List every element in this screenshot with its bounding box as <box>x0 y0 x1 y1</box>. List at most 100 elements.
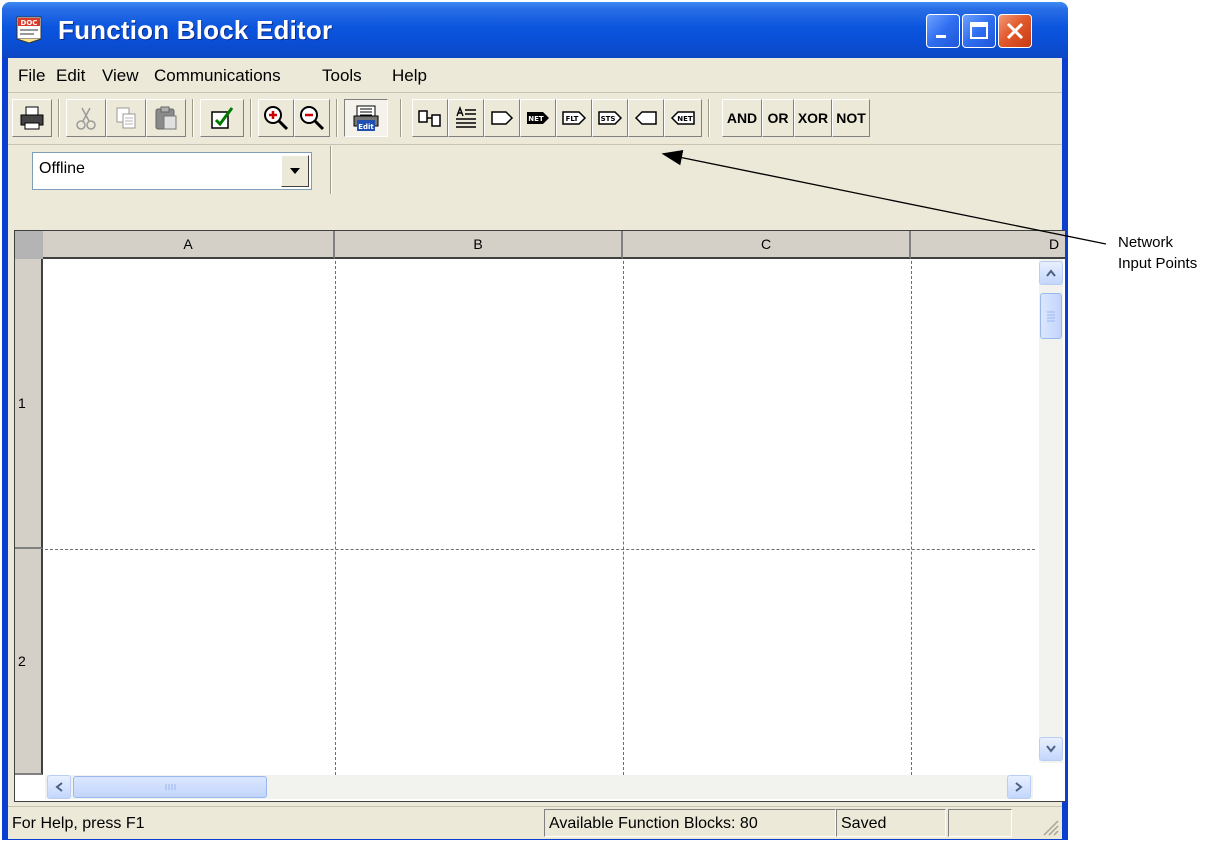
status-input-icon-text: STS <box>601 115 616 123</box>
chevron-right-icon <box>1015 782 1023 792</box>
status-panel-state: Saved <box>836 809 946 837</box>
grid-line <box>911 261 912 775</box>
annotation-line-2: Input Points <box>1118 255 1198 272</box>
menu-help[interactable]: Help <box>392 66 427 86</box>
menu-tools[interactable]: Tools <box>322 66 362 86</box>
grid-corner <box>15 231 43 259</box>
float-input-icon-text: FLT <box>566 115 579 123</box>
toolbar: Edit NET FLT STS NET AND OR XOR NOT <box>8 94 1062 145</box>
mode-select-value: Offline <box>39 160 85 177</box>
text-block-button[interactable] <box>448 99 484 137</box>
toolbar-separator <box>400 99 402 137</box>
status-input-icon: STS <box>598 111 623 125</box>
function-block-grid[interactable]: A B C D 1 2 <box>14 230 1066 802</box>
menu-file[interactable]: File <box>18 66 45 86</box>
grid-line <box>335 261 336 775</box>
network-output-button[interactable]: NET <box>664 99 702 137</box>
output-icon <box>634 111 657 125</box>
horizontal-scroll-thumb[interactable] <box>73 776 267 798</box>
status-panel-available: Available Function Blocks: 80 <box>544 809 836 837</box>
cut-icon <box>76 107 96 130</box>
status-help-text: For Help, press F1 <box>12 815 145 832</box>
scroll-right-button[interactable] <box>1007 775 1031 799</box>
or-button[interactable]: OR <box>762 99 794 137</box>
vertical-scroll-thumb[interactable] <box>1040 293 1062 339</box>
network-input-icon-text: NET <box>528 115 544 123</box>
input-icon <box>491 111 514 125</box>
maximize-icon <box>970 22 988 39</box>
float-input-button[interactable]: FLT <box>556 99 592 137</box>
menu-communications[interactable]: Communications <box>154 66 281 86</box>
function-block-icon <box>418 110 441 127</box>
verify-button[interactable] <box>200 99 244 137</box>
cut-button[interactable] <box>66 99 106 137</box>
print-button[interactable] <box>12 99 52 137</box>
scroll-down-button[interactable] <box>1039 737 1063 761</box>
function-block-button[interactable] <box>412 99 448 137</box>
xor-button[interactable]: XOR <box>794 99 832 137</box>
function-block-editor-window: DOC Function Block Editor File Edit View… <box>2 2 1068 840</box>
status-bar: For Help, press F1 Available Function Bl… <box>8 806 1062 839</box>
xor-button-label: XOR <box>797 110 829 126</box>
mode-dropdown-button[interactable] <box>281 155 309 187</box>
chevron-left-icon <box>55 782 63 792</box>
zoom-out-button[interactable] <box>294 99 330 137</box>
toolbar-separator <box>250 99 252 137</box>
edit-mode-icon: Edit <box>353 105 379 131</box>
input-button[interactable] <box>484 99 520 137</box>
vertical-scrollbar[interactable] <box>1039 259 1063 763</box>
title-bar[interactable]: DOC Function Block Editor <box>2 2 1068 58</box>
menu-view[interactable]: View <box>102 66 139 86</box>
status-panel-empty <box>948 809 1012 837</box>
grip-icon <box>165 784 176 790</box>
scroll-up-button[interactable] <box>1039 261 1063 285</box>
zoom-out-icon <box>300 106 325 131</box>
not-button[interactable]: NOT <box>832 99 870 137</box>
doc-app-icon: DOC <box>16 16 42 44</box>
copy-icon <box>116 107 136 129</box>
annotation-label: Network Input Points <box>1118 232 1218 274</box>
maximize-button[interactable] <box>962 14 996 48</box>
zoom-in-button[interactable] <box>258 99 294 137</box>
edit-mode-button[interactable]: Edit <box>344 99 388 137</box>
output-button[interactable] <box>628 99 664 137</box>
row-header-2: 2 <box>15 549 43 775</box>
column-header-d: D <box>911 231 1065 259</box>
scroll-left-button[interactable] <box>47 775 71 799</box>
minimize-icon <box>936 35 946 38</box>
or-button-label: OR <box>767 110 789 126</box>
toolbar-separator <box>336 99 338 137</box>
column-header-b: B <box>335 231 623 259</box>
float-input-icon: FLT <box>562 111 587 125</box>
text-block-icon <box>456 106 476 128</box>
network-input-icon: NET <box>527 112 549 124</box>
column-header-a: A <box>43 231 335 259</box>
grid-line <box>623 261 624 775</box>
menu-bar: File Edit View Communications Tools Help <box>8 58 1062 93</box>
close-button[interactable] <box>998 14 1032 48</box>
horizontal-scrollbar[interactable] <box>45 775 1033 799</box>
toolbar-separator <box>58 99 60 137</box>
zoom-in-icon <box>264 106 289 131</box>
status-state: Saved <box>841 815 887 832</box>
status-input-button[interactable]: STS <box>592 99 628 137</box>
window-title: Function Block Editor <box>58 15 333 45</box>
available-function-blocks: Available Function Blocks: 80 <box>549 815 758 832</box>
mode-select[interactable]: Offline <box>32 152 312 190</box>
menu-edit[interactable]: Edit <box>56 66 85 86</box>
grip-icon <box>1047 311 1055 322</box>
network-output-icon: NET <box>670 111 695 125</box>
not-button-label: NOT <box>836 110 866 126</box>
minimize-button[interactable] <box>926 14 960 48</box>
paste-button[interactable] <box>146 99 186 137</box>
mode-bar: Offline <box>8 146 1062 194</box>
resize-grip-icon[interactable] <box>1038 815 1060 837</box>
copy-button[interactable] <box>106 99 146 137</box>
print-icon <box>20 106 44 130</box>
close-icon <box>1006 22 1024 40</box>
network-input-button[interactable]: NET <box>520 99 556 137</box>
chevron-down-icon <box>290 168 300 174</box>
grid-line <box>45 549 1035 550</box>
edit-mode-icon-text: Edit <box>358 123 374 131</box>
and-button[interactable]: AND <box>722 99 762 137</box>
